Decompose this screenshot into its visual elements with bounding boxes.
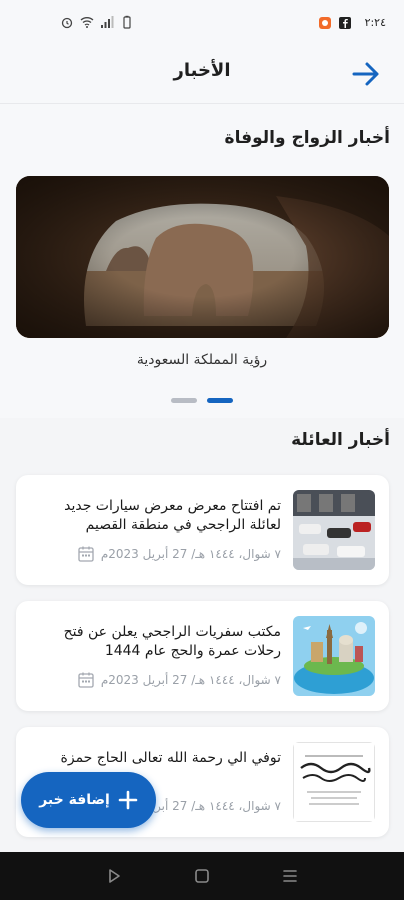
news-date-row: ٧ شوال، ١٤٤٤ هـ/ 27 أبريل 2023م xyxy=(77,545,281,563)
menu-lines-icon[interactable] xyxy=(281,868,299,884)
news-headline: مكتب سفريات الراجحي يعلن عن فتح رحلات عم… xyxy=(63,624,281,659)
app-notification-icon xyxy=(319,17,331,29)
slide-caption: رؤية المملكة السعودية xyxy=(136,352,268,368)
back-triangle-icon[interactable] xyxy=(105,867,123,885)
marriage-news-section: أخبار الزواج والوفاة رؤية المملكة السعود… xyxy=(0,104,404,418)
news-headline: توفي الي رحمة الله تعالى الحاج حمزة xyxy=(60,750,281,766)
news-date-row: ٧ شوال، ١٤٤٤ هـ/ 27 أبريل 2023م xyxy=(77,671,281,689)
plus-icon xyxy=(118,790,138,810)
arrow-right-icon xyxy=(352,62,379,86)
marriage-section-title: أخبار الزواج والوفاة xyxy=(224,128,390,148)
news-date: ٧ شوال، ١٤٤٤ هـ/ 27 أبريل 2023م xyxy=(100,673,281,687)
status-time: ٢:٢٤ xyxy=(364,16,386,29)
calendar-icon xyxy=(78,672,94,688)
home-square-icon[interactable] xyxy=(194,868,210,884)
carousel-dot-active[interactable] xyxy=(207,398,233,403)
add-news-button[interactable]: إضافة خبر xyxy=(21,772,156,828)
news-card[interactable]: مكتب سفريات الراجحي يعلن عن فتح رحلات عم… xyxy=(16,601,389,711)
facebook-icon xyxy=(339,17,351,29)
banner-image xyxy=(16,176,389,338)
page-title: الأخبار xyxy=(173,60,231,81)
back-button[interactable] xyxy=(350,58,382,90)
news-card[interactable]: تم افتتاح معرض معرض سيارات جديد لعائلة ا… xyxy=(16,475,389,585)
news-thumbnail xyxy=(293,742,375,822)
status-left-icons xyxy=(60,15,134,29)
battery-icon xyxy=(123,15,131,29)
carousel-dot[interactable] xyxy=(171,398,197,403)
status-right-icons xyxy=(318,16,352,30)
signal-icon xyxy=(101,16,114,28)
family-section-title: أخبار العائلة xyxy=(291,430,390,450)
wifi-icon xyxy=(80,17,94,28)
news-thumbnail xyxy=(293,616,375,696)
news-headline: تم افتتاح معرض معرض سيارات جديد لعائلة ا… xyxy=(64,498,281,533)
add-news-label: إضافة خبر xyxy=(39,792,110,808)
news-thumbnail xyxy=(293,490,375,570)
carousel-indicators xyxy=(0,398,404,403)
app-header: الأخبار xyxy=(0,44,404,104)
status-bar: ٢:٢٤ xyxy=(0,0,404,44)
news-carousel-slide[interactable] xyxy=(16,176,389,338)
calendar-icon xyxy=(78,546,94,562)
system-nav-bar xyxy=(0,852,404,900)
alarm-icon xyxy=(61,17,73,29)
news-date: ٧ شوال، ١٤٤٤ هـ/ 27 أبريل 2023م xyxy=(100,547,281,561)
